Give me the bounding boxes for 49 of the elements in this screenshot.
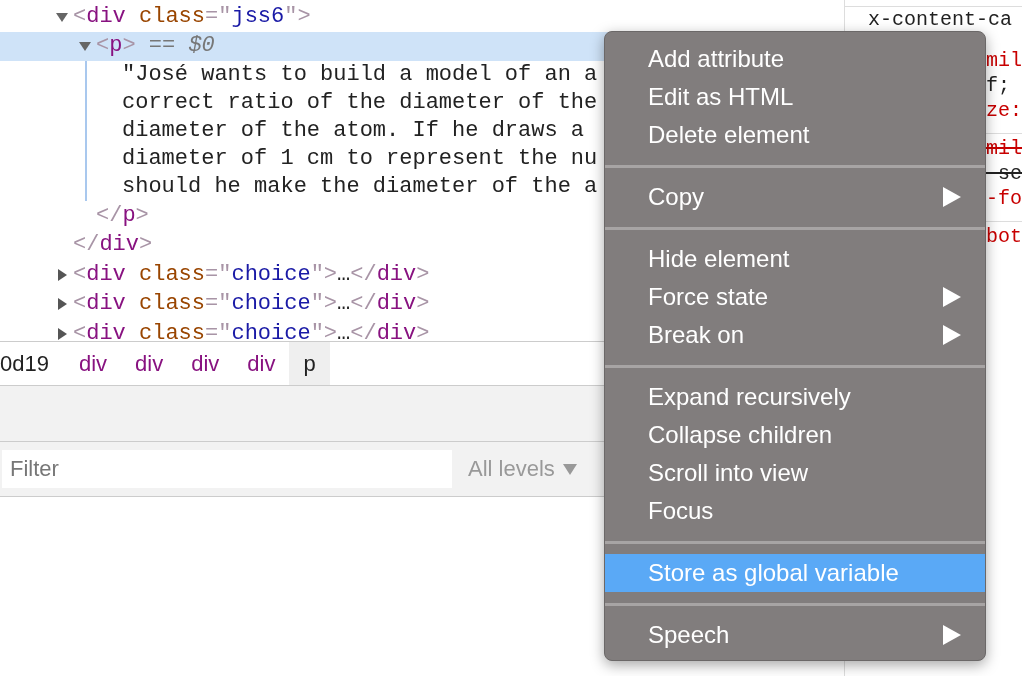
menu-item[interactable]: Collapse children xyxy=(605,416,985,454)
menu-item[interactable]: Hide element xyxy=(605,240,985,278)
breadcrumb[interactable]: div xyxy=(177,342,234,385)
collapsed-arrow-icon[interactable] xyxy=(55,326,69,341)
submenu-arrow-icon xyxy=(943,187,961,207)
style-declaration: -fo xyxy=(986,186,1022,211)
collapsed-arrow-icon[interactable] xyxy=(55,297,69,312)
tag-markup: <p> == $0 xyxy=(96,32,215,61)
submenu-arrow-icon xyxy=(943,287,961,307)
menu-item[interactable]: Copy xyxy=(605,178,985,216)
filter-field[interactable]: Filter xyxy=(2,450,452,488)
tag-markup: <div class="choice">…</div> xyxy=(73,290,430,319)
menu-item[interactable]: Speech xyxy=(605,616,985,654)
collapsed-arrow-icon[interactable] xyxy=(55,267,69,282)
text-node-line: diameter of 1 cm to represent the nu xyxy=(122,145,598,173)
text-node-line: should he make the diameter of the a xyxy=(122,173,598,201)
text-node-line: diameter of the atom. If he draws a xyxy=(122,117,585,145)
text-node-line: "José wants to build a model of an a xyxy=(122,61,598,89)
tag-markup: <div class="choice">…</div> xyxy=(73,319,430,341)
tag-markup: </div> xyxy=(73,231,153,260)
menu-item[interactable]: Store as global variable xyxy=(605,554,985,592)
breadcrumb[interactable]: div xyxy=(233,342,290,385)
style-declaration: -se xyxy=(986,161,1022,186)
menu-item[interactable]: Focus xyxy=(605,492,985,530)
breadcrumb[interactable]: div xyxy=(64,342,122,385)
menu-item[interactable]: Edit as HTML xyxy=(605,78,985,116)
text-node-line: correct ratio of the diameter of the xyxy=(122,89,598,117)
breadcrumb[interactable]: div xyxy=(121,342,178,385)
menu-item[interactable]: Scroll into view xyxy=(605,454,985,492)
style-declaration: f; xyxy=(986,73,1010,98)
breadcrumb[interactable]: p xyxy=(289,342,330,385)
style-declaration: mil xyxy=(986,48,1022,73)
menu-item[interactable]: Break on xyxy=(605,316,985,354)
style-declaration: mil xyxy=(986,136,1022,161)
levels-dropdown[interactable]: All levels xyxy=(468,456,577,482)
menu-item[interactable]: Expand recursively xyxy=(605,378,985,416)
menu-item[interactable]: Force state xyxy=(605,278,985,316)
style-declaration: bot xyxy=(986,224,1022,249)
tag-markup: <div class="choice">…</div> xyxy=(73,260,430,289)
tag-markup: <div class="jss6"> xyxy=(73,2,311,31)
style-declaration: ze: xyxy=(986,98,1022,123)
submenu-arrow-icon xyxy=(943,625,961,645)
tag-markup: </p> xyxy=(96,201,149,230)
menu-item[interactable]: Delete element xyxy=(605,116,985,154)
submenu-arrow-icon xyxy=(943,325,961,345)
caret-icon xyxy=(562,463,577,475)
breadcrumb[interactable]: 0d19 xyxy=(0,342,65,385)
dom-node-row[interactable]: <div class="jss6"> xyxy=(0,2,844,32)
style-declaration: x-content-ca xyxy=(868,9,1012,30)
